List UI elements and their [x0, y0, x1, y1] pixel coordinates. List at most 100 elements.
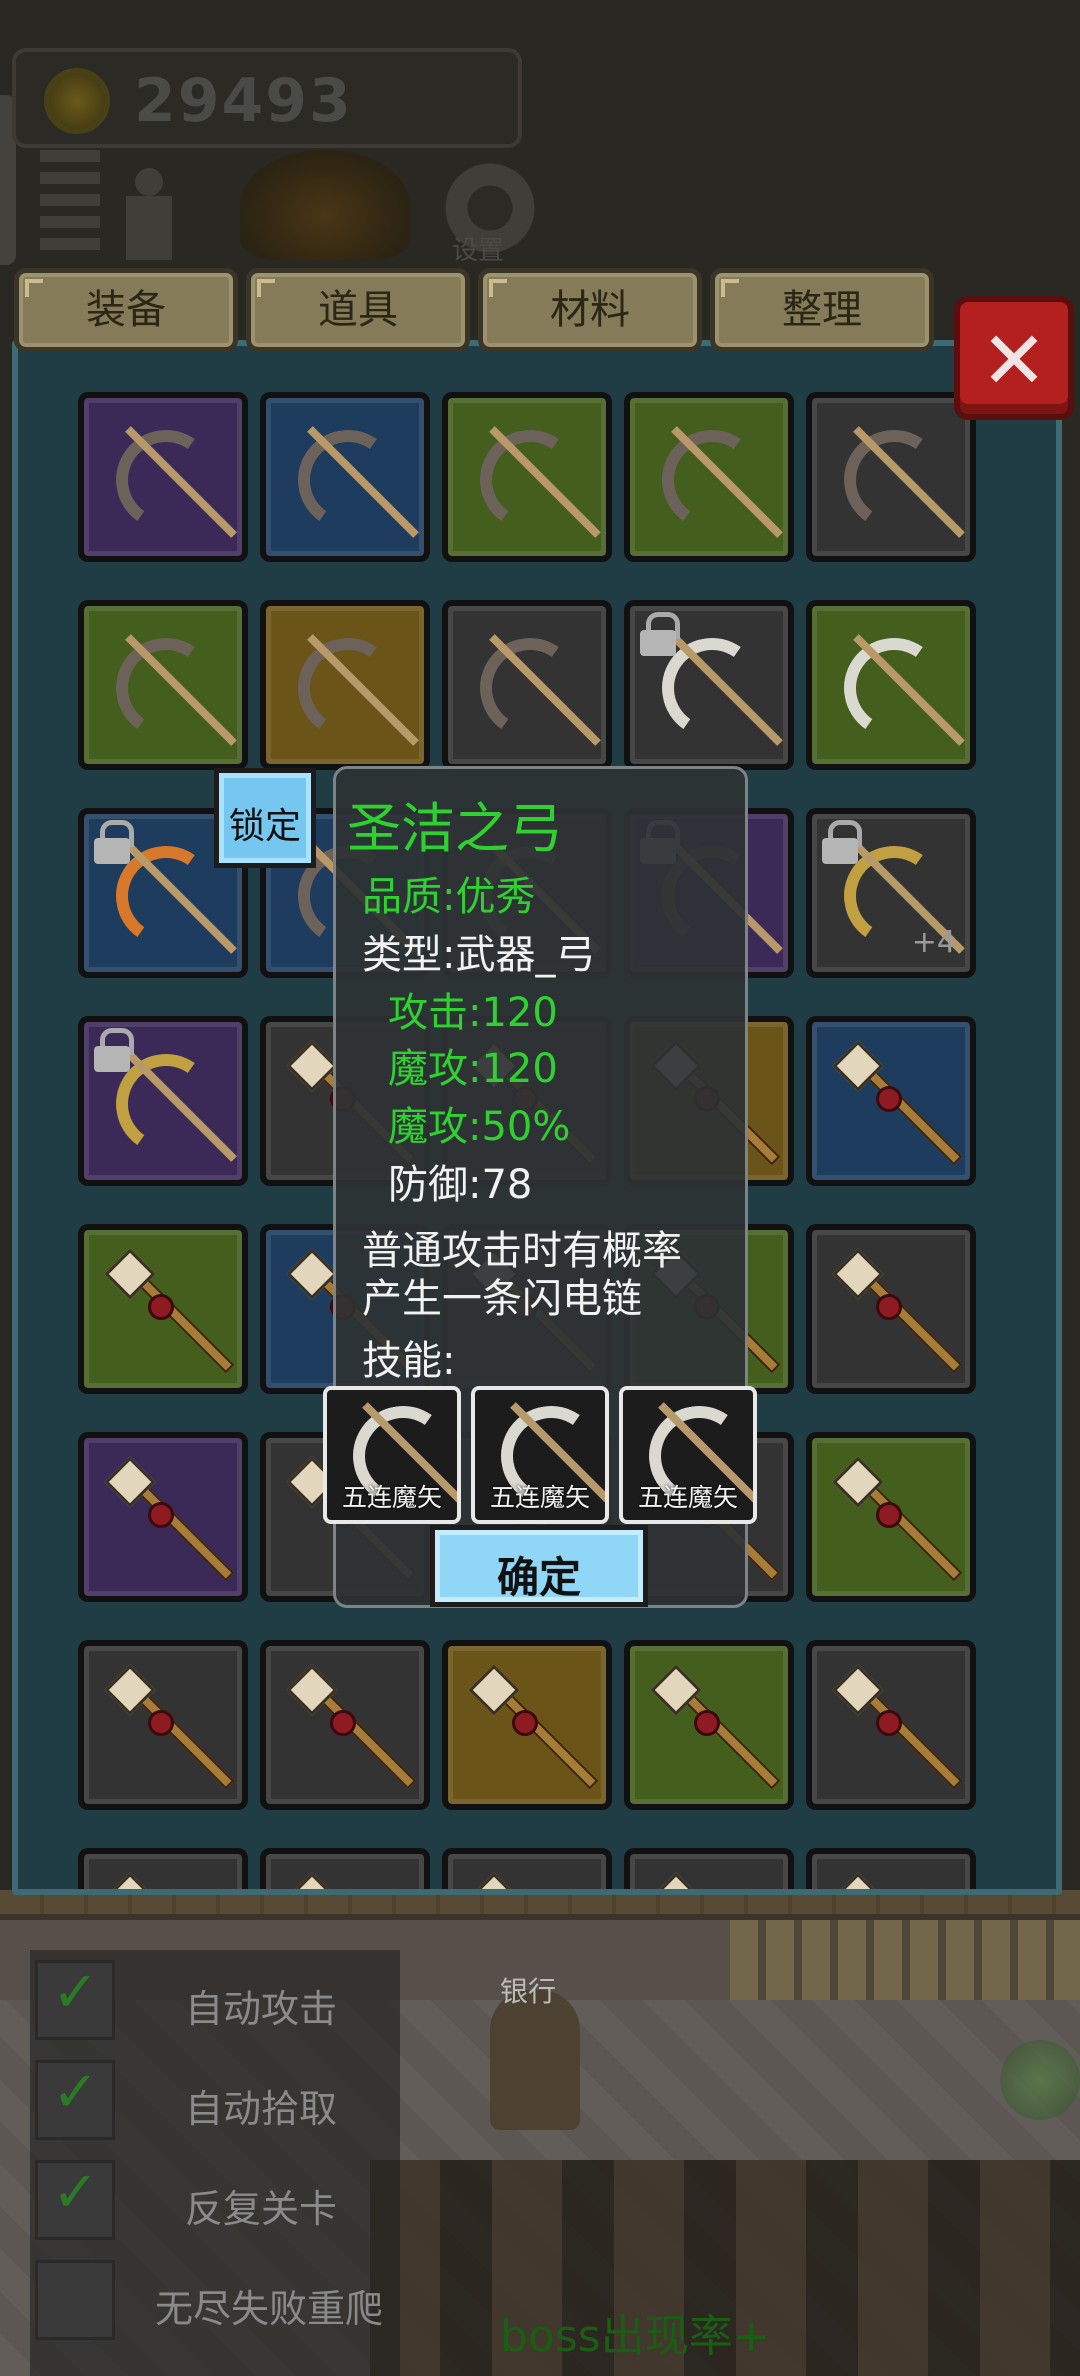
bow-icon [288, 630, 419, 750]
inventory-slot[interactable] [78, 600, 248, 770]
inventory-slot[interactable] [78, 1016, 248, 1186]
settings-button[interactable]: 设置 [430, 150, 550, 266]
staff-icon [468, 1664, 599, 1796]
enhance-level: +4 [911, 925, 956, 960]
inventory-slot[interactable] [78, 1640, 248, 1810]
lock-button-label: 锁定 [228, 806, 301, 847]
item-defense: 防御:78 [388, 1162, 533, 1208]
item-desc-line2: 产生一条闪电链 [362, 1276, 642, 1322]
inventory-slot[interactable] [624, 600, 794, 770]
toggle-auto-pickup[interactable]: ✓ 自动拾取 [30, 2050, 400, 2140]
checkbox[interactable] [35, 2260, 115, 2340]
skill-slot[interactable]: 五连魔矢 [619, 1386, 757, 1524]
bag-icon[interactable] [240, 150, 410, 260]
bush-decoration [1000, 2040, 1080, 2120]
inventory-slot[interactable] [78, 1848, 248, 1889]
staff-icon [832, 1040, 963, 1172]
tab-equipment[interactable]: 装备 [14, 268, 238, 352]
lock-button[interactable]: 锁定 [214, 768, 316, 868]
inventory-slot[interactable] [806, 1224, 976, 1394]
inventory-slot[interactable] [260, 600, 430, 770]
inventory-slot[interactable]: +4 [806, 808, 976, 978]
staff-icon [104, 1456, 235, 1588]
bow-icon [106, 630, 237, 750]
toggle-label: 无尽失败重爬 [155, 2287, 384, 2331]
check-icon: ✓ [52, 1960, 99, 2025]
inventory-slot[interactable] [806, 1432, 976, 1602]
toggle-label: 自动拾取 [185, 2087, 338, 2131]
character-icon[interactable] [120, 150, 178, 260]
skills-label: 技能: [362, 1338, 456, 1384]
confirm-button[interactable]: 确定 [430, 1525, 648, 1607]
skill-slot[interactable]: 五连魔矢 [471, 1386, 609, 1524]
inventory-slot[interactable] [260, 1848, 430, 1889]
inventory-slot[interactable] [806, 392, 976, 562]
toggle-label: 反复关卡 [185, 2187, 338, 2231]
item-name: 圣洁之弓 [347, 797, 563, 860]
staff-icon [650, 1872, 781, 1889]
inventory-slot[interactable] [442, 600, 612, 770]
inventory-slot[interactable] [806, 1848, 976, 1889]
bow-icon [288, 422, 419, 542]
settings-label: 设置 [452, 236, 505, 266]
gold-counter: 29493 [12, 48, 522, 148]
toggle-auto-attack[interactable]: ✓ 自动攻击 [30, 1950, 400, 2040]
item-magic-attack-pct: 魔攻:50% [388, 1104, 571, 1150]
close-icon: ✕ [980, 314, 1048, 407]
toggle-endless-retry[interactable]: 无尽失败重爬 [30, 2250, 400, 2340]
lock-icon [638, 612, 680, 656]
inventory-slot[interactable] [442, 392, 612, 562]
coin-icon [44, 68, 110, 134]
inventory-slot[interactable] [78, 392, 248, 562]
inventory-slot[interactable] [806, 1640, 976, 1810]
lock-icon [92, 820, 134, 864]
inventory-slot[interactable] [78, 1224, 248, 1394]
bow-icon [106, 422, 237, 542]
boss-rate-text: boss出现率+ [500, 2311, 770, 2362]
inventory-slot[interactable] [260, 392, 430, 562]
banker-npc[interactable] [490, 1990, 580, 2130]
inventory-slot[interactable] [442, 1848, 612, 1889]
toggle-label: 自动攻击 [185, 1987, 338, 2031]
inventory-slot[interactable] [442, 1640, 612, 1810]
item-quality: 品质:优秀 [362, 874, 536, 920]
bank-label: 银行 [500, 1975, 557, 2008]
staff-icon [832, 1664, 963, 1796]
tab-items[interactable]: 道具 [246, 268, 470, 352]
item-type: 类型:武器_弓 [362, 932, 596, 978]
skill-label: 五连魔矢 [341, 1483, 442, 1512]
quest-list-icon[interactable] [40, 150, 100, 260]
item-magic-attack: 魔攻:120 [388, 1046, 558, 1092]
inventory-slot[interactable] [78, 1432, 248, 1602]
check-icon: ✓ [52, 2060, 99, 2125]
skill-label: 五连魔矢 [637, 1483, 738, 1512]
skill-slot[interactable]: 五连魔矢 [323, 1386, 461, 1524]
fence-decoration [730, 1920, 1080, 2000]
check-icon: ✓ [52, 2160, 99, 2225]
inventory-slot[interactable] [624, 1640, 794, 1810]
bow-icon [652, 422, 783, 542]
staff-icon [286, 1872, 417, 1889]
tab-materials[interactable]: 材料 [478, 268, 702, 352]
close-button[interactable]: ✕ [954, 296, 1074, 420]
toggle-repeat-stage[interactable]: ✓ 反复关卡 [30, 2150, 400, 2240]
item-attack: 攻击:120 [388, 990, 558, 1036]
staff-icon [104, 1872, 235, 1889]
skill-label: 五连魔矢 [489, 1483, 590, 1512]
staff-icon [468, 1872, 599, 1889]
tab-sort[interactable]: 整理 [710, 268, 934, 352]
staff-icon [104, 1664, 235, 1796]
inventory-slot[interactable] [624, 392, 794, 562]
bow-icon [470, 630, 601, 750]
inventory-slot[interactable] [624, 1848, 794, 1889]
inventory-slot[interactable] [260, 1640, 430, 1810]
staff-icon [104, 1248, 235, 1380]
confirm-label: 确定 [496, 1553, 581, 1602]
staff-icon [650, 1664, 781, 1796]
lock-icon [820, 820, 862, 864]
inventory-slot[interactable] [806, 600, 976, 770]
bow-icon [834, 630, 965, 750]
inventory-slot[interactable] [806, 1016, 976, 1186]
bow-icon [470, 422, 601, 542]
staff-icon [832, 1248, 963, 1380]
